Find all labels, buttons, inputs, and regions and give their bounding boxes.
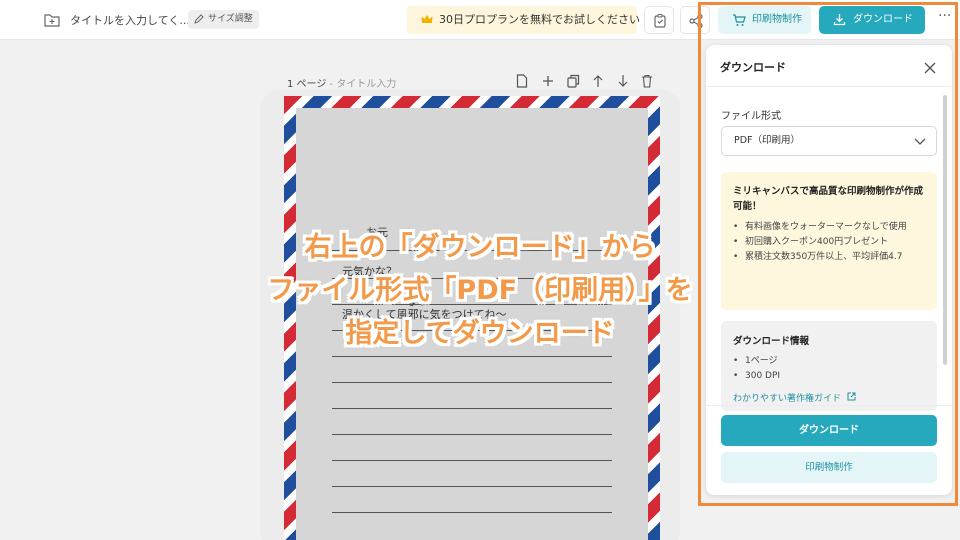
duplicate-page-icon[interactable] [567, 73, 581, 89]
pro-trial-banner[interactable]: 30日プロプランを無料でお試しください [407, 6, 640, 34]
page-title-input[interactable]: - タイトル入力 [326, 79, 397, 90]
writing-line [332, 408, 612, 409]
folder-icon[interactable] [44, 12, 60, 27]
caption-line: 右上の「ダウンロード」から [304, 232, 656, 263]
move-down-icon[interactable] [617, 73, 631, 89]
save-status-button[interactable] [644, 6, 674, 34]
instruction-caption: 右上の「ダウンロード」から ファイル形式「PDF（印刷用）」を 指定してダウンロ… [160, 226, 800, 355]
crown-icon [421, 15, 433, 23]
writing-line [332, 356, 612, 357]
move-up-icon[interactable] [592, 73, 606, 89]
writing-line [332, 512, 612, 513]
caption-line: ファイル形式「PDF（印刷用）」を [267, 275, 693, 306]
new-page-icon[interactable] [516, 73, 530, 89]
size-adjust-button[interactable]: サイズ調整 [188, 10, 259, 29]
writing-line [332, 460, 612, 461]
pro-trial-text: 30日プロプランを無料でお試しください [439, 13, 640, 26]
pencil-icon [194, 14, 204, 24]
writing-line [332, 486, 612, 487]
delete-page-icon[interactable] [641, 73, 655, 89]
writing-line [332, 382, 612, 383]
size-adjust-label: サイズ調整 [208, 14, 253, 24]
clipboard-check-icon [654, 14, 666, 28]
writing-line [332, 434, 612, 435]
add-page-icon[interactable] [542, 73, 556, 89]
page-number: 1 ページ [287, 79, 327, 90]
page-label[interactable]: 1 ページ - タイトル入力 [287, 75, 396, 90]
caption-line: 指定してダウンロード [345, 318, 615, 349]
document-title[interactable]: タイトルを入力してく... [70, 12, 190, 28]
